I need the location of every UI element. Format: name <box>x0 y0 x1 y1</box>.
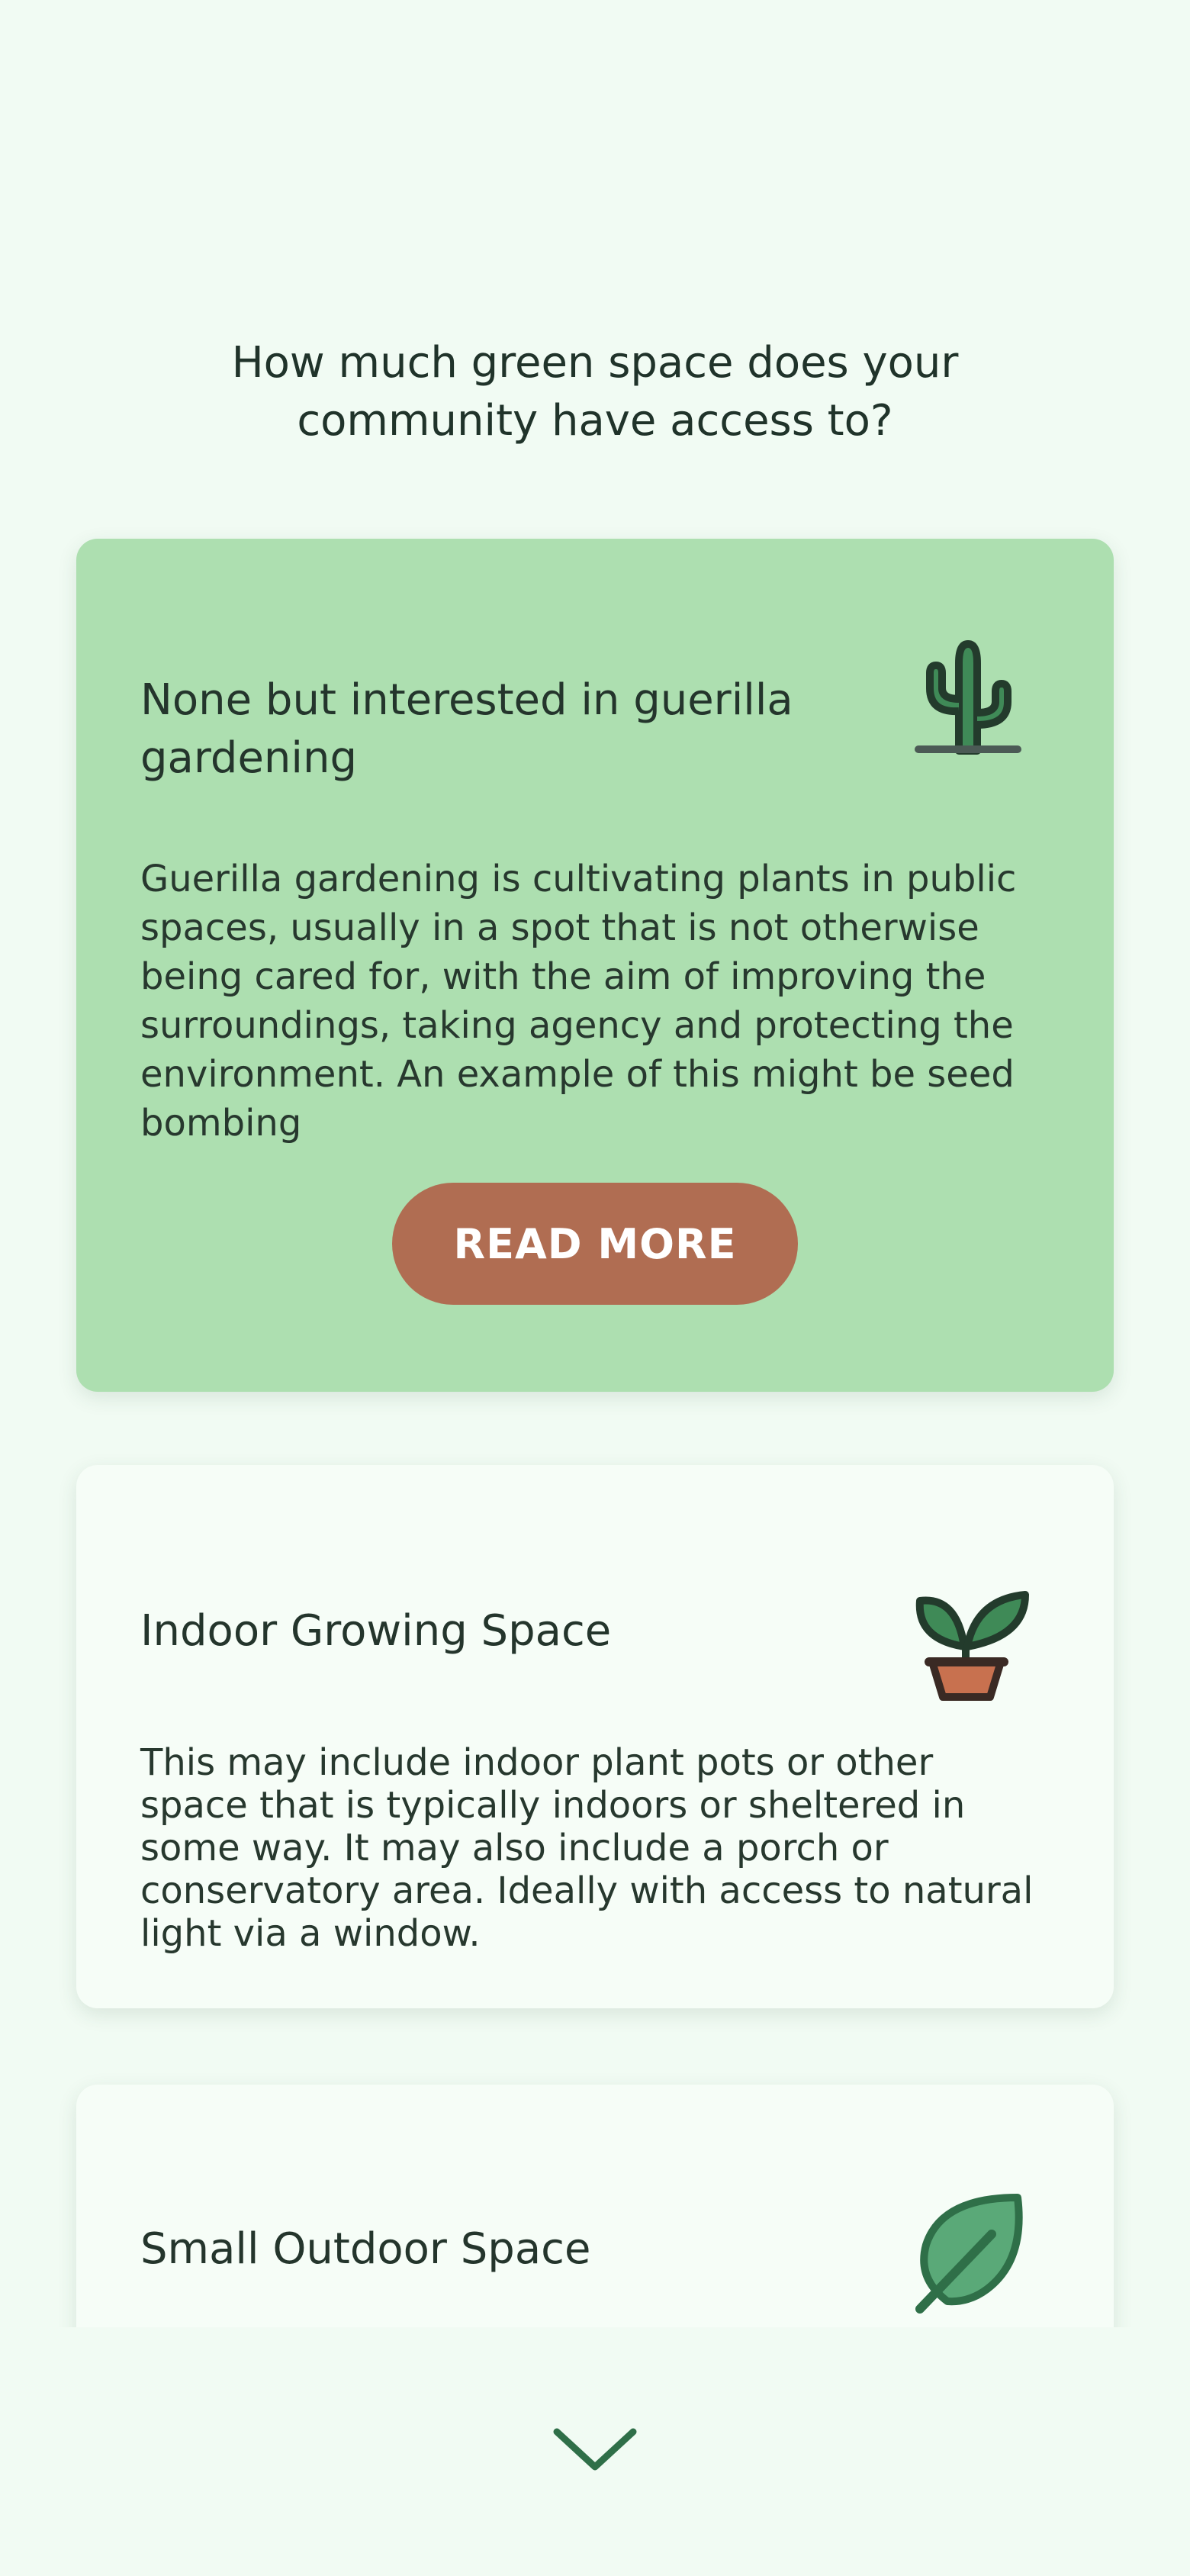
option-card-guerilla-gardening[interactable]: None but interested in guerilla gardenin… <box>76 539 1114 1392</box>
read-more-button[interactable]: READ MORE <box>392 1183 798 1305</box>
leaf-icon <box>915 2194 1023 2314</box>
option-description: Guerilla gardening is cultivating plants… <box>140 858 1017 1145</box>
cactus-icon <box>915 640 1021 755</box>
question-heading: How much green space does your community… <box>231 338 959 446</box>
option-title: None but interested in guerilla gardenin… <box>140 675 793 783</box>
option-title: Small Outdoor Space <box>140 2224 591 2274</box>
option-title: Indoor Growing Space <box>140 1606 612 1656</box>
chevron-down-icon[interactable] <box>549 2423 641 2476</box>
option-card-indoor-growing-space[interactable]: Indoor Growing Space This may include in… <box>76 1465 1114 2008</box>
option-description: This may include indoor plant pots or ot… <box>140 1741 1034 1955</box>
potted-plant-icon <box>915 1591 1029 1701</box>
